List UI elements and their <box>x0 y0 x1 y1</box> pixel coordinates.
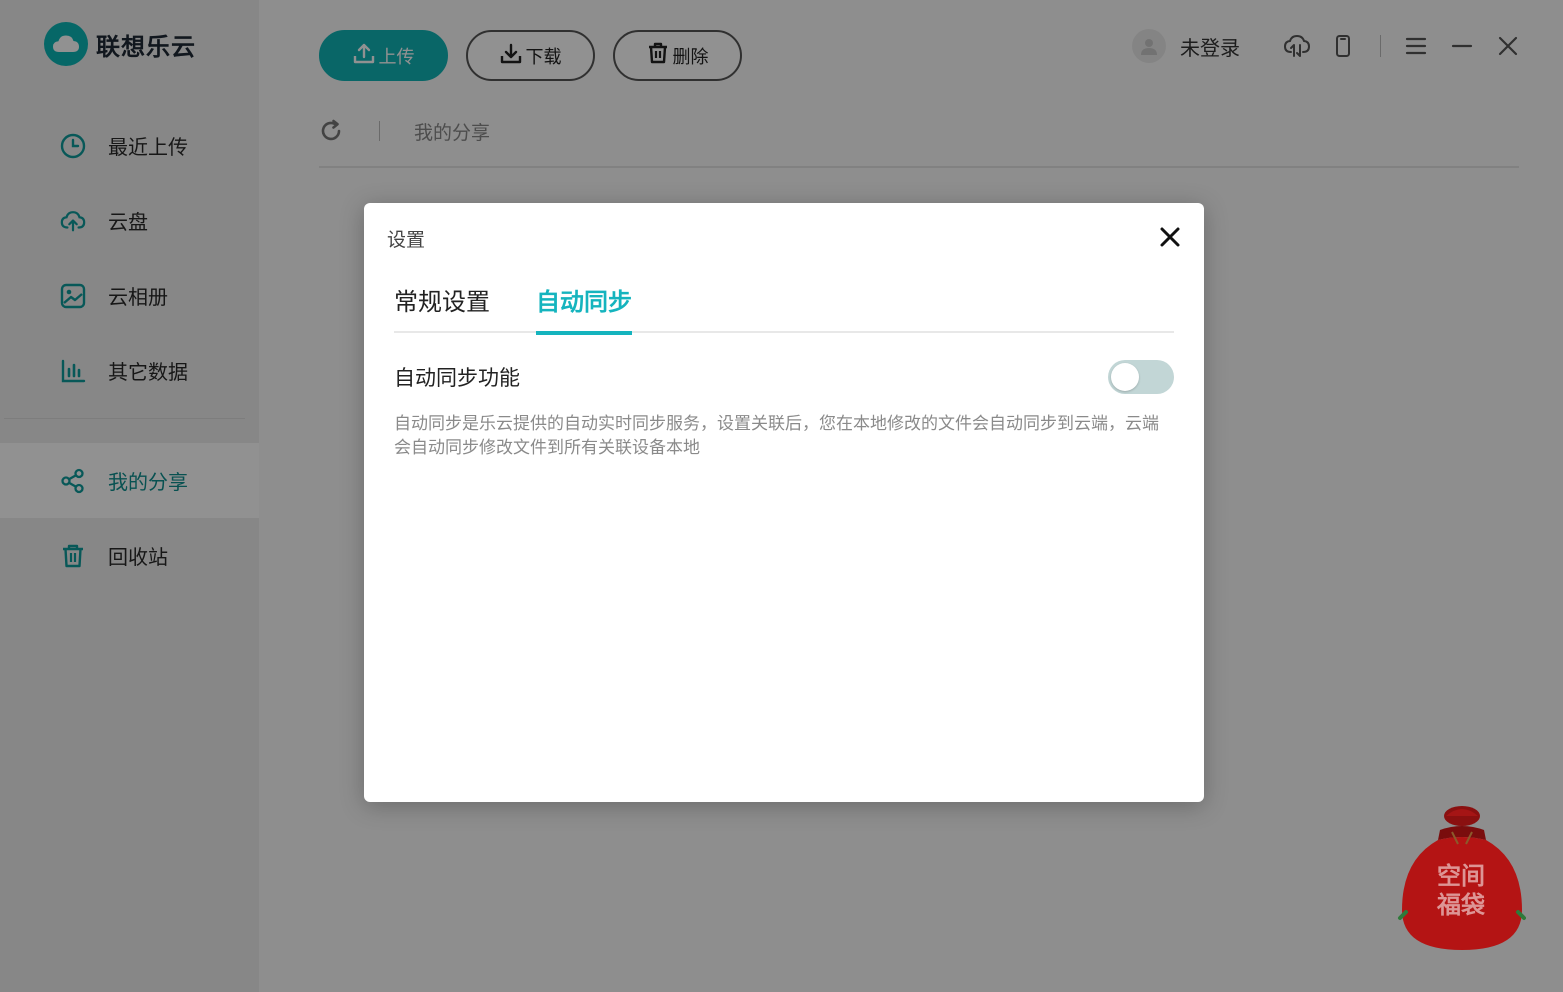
tab-auto-sync[interactable]: 自动同步 <box>536 283 632 335</box>
auto-sync-description: 自动同步是乐云提供的自动实时同步服务，设置关联后，您在本地修改的文件会自动同步到… <box>394 414 1159 458</box>
settings-dialog: 设置 常规设置 自动同步 自动同步功能 自动同步是乐云提供的自动实时同步服务，设… <box>364 203 1204 802</box>
toggle-knob <box>1111 363 1139 391</box>
lucky-bag-text: 空间 福袋 <box>1396 862 1526 920</box>
lucky-bag-promo[interactable]: 空间 福袋 <box>1396 800 1526 955</box>
dialog-title: 设置 <box>387 229 426 251</box>
close-icon[interactable] <box>1158 225 1182 249</box>
auto-sync-setting-row: 自动同步功能 <box>394 360 1174 394</box>
settings-tabs: 常规设置 自动同步 <box>394 283 1174 335</box>
lucky-bag-line1: 空间 <box>1437 862 1485 890</box>
auto-sync-label: 自动同步功能 <box>394 366 520 390</box>
tab-general-settings[interactable]: 常规设置 <box>394 283 490 333</box>
auto-sync-toggle[interactable] <box>1108 360 1174 394</box>
lucky-bag-line2: 福袋 <box>1437 891 1485 919</box>
